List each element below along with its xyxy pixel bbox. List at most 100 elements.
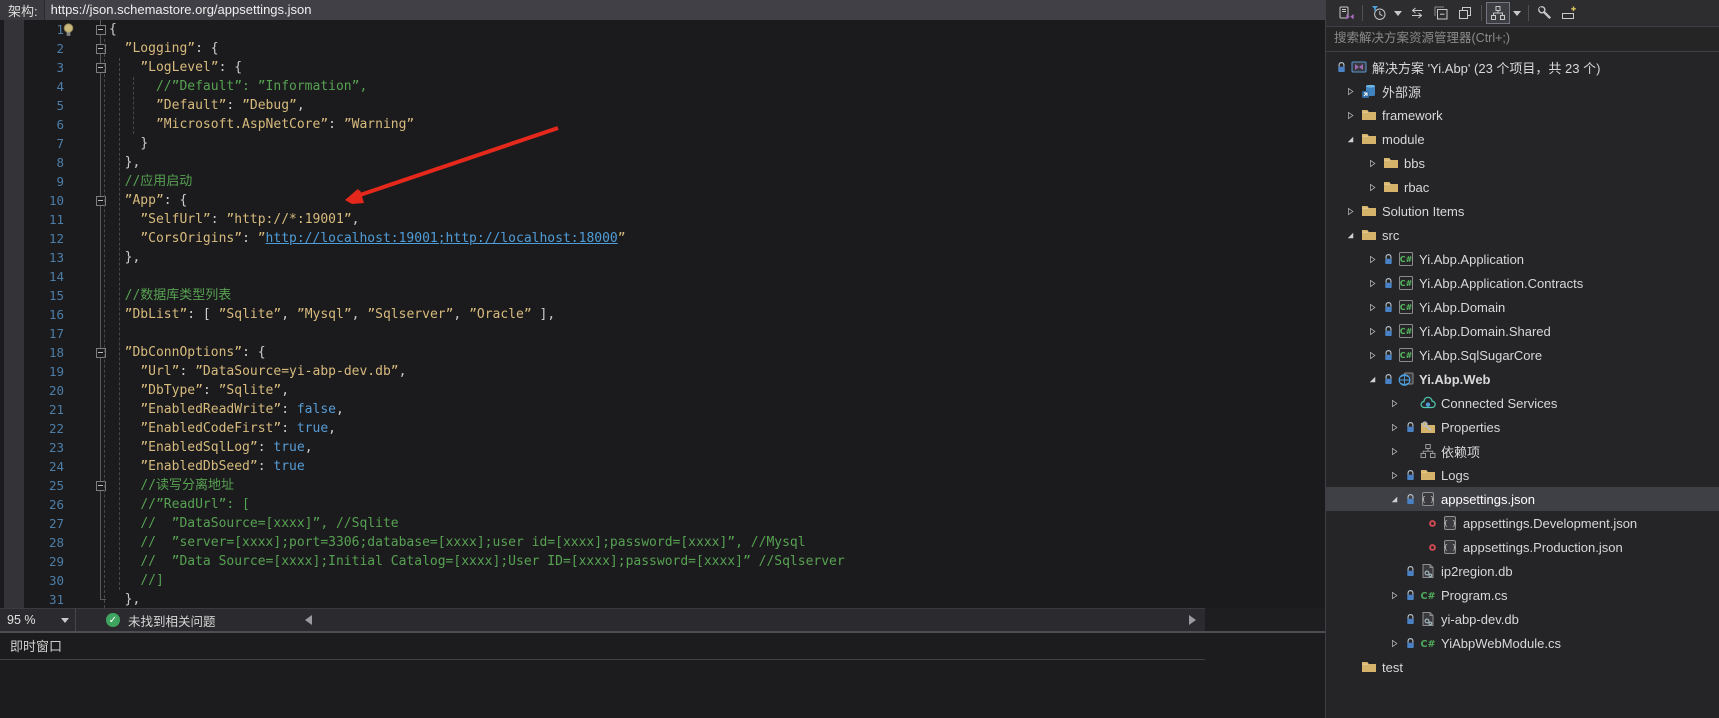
line-number[interactable]: 10 bbox=[24, 191, 73, 210]
tree-item-yi-abp-application-contracts[interactable]: C#Yi.Abp.Application.Contracts bbox=[1326, 271, 1719, 295]
code-line-24[interactable]: 24 ”EnabledDbSeed”: true bbox=[24, 457, 1325, 476]
line-number[interactable]: 16 bbox=[24, 305, 73, 324]
pending-changes-filter-icon[interactable] bbox=[1367, 2, 1391, 24]
tree-item-rbac[interactable]: rbac bbox=[1326, 175, 1719, 199]
show-all-files-icon[interactable] bbox=[1486, 2, 1510, 24]
tree-item-program-cs[interactable]: C#Program.cs bbox=[1326, 583, 1719, 607]
code-editor[interactable]: 1{2 ”Logging”: {3 ”LogLevel”: {4 //”Defa… bbox=[0, 20, 1325, 608]
line-number[interactable]: 17 bbox=[24, 324, 73, 343]
code-line-2[interactable]: 2 ”Logging”: { bbox=[24, 39, 1325, 58]
code-line-22[interactable]: 22 ”EnabledCodeFirst”: true, bbox=[24, 419, 1325, 438]
tree-item-ip2region-db[interactable]: ip2region.db bbox=[1326, 559, 1719, 583]
line-number[interactable]: 4 bbox=[24, 77, 73, 96]
horizontal-scrollbar[interactable]: 95 % ✓ 未找到相关问题 bbox=[0, 608, 1205, 631]
line-number[interactable]: 3 bbox=[24, 58, 73, 77]
collapsed-arrow-icon[interactable] bbox=[1385, 638, 1403, 649]
code-line-16[interactable]: 16 ”DbList”: [ ”Sqlite”, ”Mysql”, ”Sqlse… bbox=[24, 305, 1325, 324]
collapsed-arrow-icon[interactable] bbox=[1363, 326, 1381, 337]
tree-item-external-sources[interactable]: 外部源 bbox=[1326, 79, 1719, 103]
code-line-27[interactable]: 27 // ”DataSource=[xxxx]”, //Sqlite bbox=[24, 514, 1325, 533]
line-number[interactable]: 19 bbox=[24, 362, 73, 381]
schema-url-combobox[interactable]: https://json.schemastore.org/appsettings… bbox=[44, 0, 1325, 20]
code-line-28[interactable]: 28 // ”server=[xxxx];port=3306;database=… bbox=[24, 533, 1325, 552]
line-number[interactable]: 12 bbox=[24, 229, 73, 248]
collapsed-arrow-icon[interactable] bbox=[1385, 398, 1403, 409]
collapsed-arrow-icon[interactable] bbox=[1363, 254, 1381, 265]
line-number[interactable]: 15 bbox=[24, 286, 73, 305]
code-line-13[interactable]: 13 }, bbox=[24, 248, 1325, 267]
line-number[interactable]: 8 bbox=[24, 153, 73, 172]
code-line-21[interactable]: 21 ”EnabledReadWrite”: false, bbox=[24, 400, 1325, 419]
line-number[interactable]: 20 bbox=[24, 381, 73, 400]
tree-item-appsettings-development-json[interactable]: { }appsettings.Development.json bbox=[1326, 511, 1719, 535]
tree-item-yi-abp-domain-shared[interactable]: C#Yi.Abp.Domain.Shared bbox=[1326, 319, 1719, 343]
tree-item-yi-abp-web[interactable]: Yi.Abp.Web bbox=[1326, 367, 1719, 391]
zoom-level-select[interactable]: 95 % bbox=[0, 609, 76, 631]
preview-selected-items-icon[interactable] bbox=[1453, 2, 1477, 24]
code-line-3[interactable]: 3 ”LogLevel”: { bbox=[24, 58, 1325, 77]
code-line-1[interactable]: 1{ bbox=[24, 20, 1325, 39]
expanded-arrow-icon[interactable] bbox=[1341, 134, 1359, 145]
line-number[interactable]: 5 bbox=[24, 96, 73, 115]
code-line-17[interactable]: 17 bbox=[24, 324, 1325, 343]
code-line-11[interactable]: 11 ”SelfUrl”: ”http://*:19001”, bbox=[24, 210, 1325, 229]
collapsed-arrow-icon[interactable] bbox=[1385, 590, 1403, 601]
tree-item-solution-root[interactable]: 解决方案 'Yi.Abp' (23 个项目，共 23 个) bbox=[1326, 55, 1719, 79]
tree-item-appsettings-json[interactable]: { }appsettings.json bbox=[1326, 487, 1719, 511]
code-line-29[interactable]: 29 // ”Data Source=[xxxx];Initial Catalo… bbox=[24, 552, 1325, 571]
code-line-6[interactable]: 6 ”Microsoft.AspNetCore”: ”Warning” bbox=[24, 115, 1325, 134]
line-number[interactable]: 13 bbox=[24, 248, 73, 267]
line-number[interactable]: 9 bbox=[24, 172, 73, 191]
collapsed-arrow-icon[interactable] bbox=[1385, 446, 1403, 457]
collapsed-arrow-icon[interactable] bbox=[1363, 350, 1381, 361]
line-number[interactable]: 21 bbox=[24, 400, 73, 419]
code-line-23[interactable]: 23 ”EnabledSqlLog”: true, bbox=[24, 438, 1325, 457]
document-health-indicator[interactable]: ✓ 未找到相关问题 bbox=[106, 611, 216, 630]
collapsed-arrow-icon[interactable] bbox=[1363, 182, 1381, 193]
scroll-left-button[interactable] bbox=[300, 612, 316, 628]
tree-item-framework[interactable]: framework bbox=[1326, 103, 1719, 127]
tree-item-connected-services[interactable]: Connected Services bbox=[1326, 391, 1719, 415]
settings-icon[interactable] bbox=[1533, 2, 1557, 24]
code-line-14[interactable]: 14 bbox=[24, 267, 1325, 286]
code-line-26[interactable]: 26 //”ReadUrl”: [ bbox=[24, 495, 1325, 514]
tree-item-yi-abp-domain[interactable]: C#Yi.Abp.Domain bbox=[1326, 295, 1719, 319]
tree-item-properties[interactable]: Properties bbox=[1326, 415, 1719, 439]
tree-item-yiabpwebmodule-cs[interactable]: C#YiAbpWebModule.cs bbox=[1326, 631, 1719, 655]
collapsed-arrow-icon[interactable] bbox=[1385, 422, 1403, 433]
fold-collapse-box[interactable] bbox=[93, 476, 109, 495]
code-line-30[interactable]: 30 //] bbox=[24, 571, 1325, 590]
line-number[interactable]: 28 bbox=[24, 533, 73, 552]
tree-item-dependencies[interactable]: 依赖项 bbox=[1326, 439, 1719, 463]
tree-item-module[interactable]: module bbox=[1326, 127, 1719, 151]
tree-item-yi-abp-dev-db[interactable]: yi-abp-dev.db bbox=[1326, 607, 1719, 631]
collapsed-arrow-icon[interactable] bbox=[1363, 158, 1381, 169]
line-number[interactable]: 29 bbox=[24, 552, 73, 571]
code-line-25[interactable]: 25 //读写分离地址 bbox=[24, 476, 1325, 495]
fold-collapse-box[interactable] bbox=[93, 39, 109, 58]
line-number[interactable]: 30 bbox=[24, 571, 73, 590]
line-number[interactable]: 25 bbox=[24, 476, 73, 495]
code-line-31[interactable]: 31 }, bbox=[24, 590, 1325, 608]
fold-collapse-box[interactable] bbox=[93, 20, 109, 39]
tree-item-bbs[interactable]: bbs bbox=[1326, 151, 1719, 175]
fold-collapse-box[interactable] bbox=[93, 58, 109, 77]
code-line-8[interactable]: 8 }, bbox=[24, 153, 1325, 172]
code-line-15[interactable]: 15 //数据库类型列表 bbox=[24, 286, 1325, 305]
switch-views-icon[interactable] bbox=[1334, 2, 1358, 24]
tree-item-appsettings-production-json[interactable]: { }appsettings.Production.json bbox=[1326, 535, 1719, 559]
expanded-arrow-icon[interactable] bbox=[1341, 230, 1359, 241]
quick-actions-lightbulb-icon[interactable] bbox=[61, 22, 76, 42]
expanded-arrow-icon[interactable] bbox=[1363, 374, 1381, 385]
scroll-right-button[interactable] bbox=[1184, 612, 1200, 628]
code-line-9[interactable]: 9 //应用启动 bbox=[24, 172, 1325, 191]
solution-explorer-search-input[interactable]: 搜索解决方案资源管理器(Ctrl+;) bbox=[1326, 26, 1719, 52]
tree-item-solution-items[interactable]: Solution Items bbox=[1326, 199, 1719, 223]
code-line-20[interactable]: 20 ”DbType”: ”Sqlite”, bbox=[24, 381, 1325, 400]
collapsed-arrow-icon[interactable] bbox=[1385, 470, 1403, 481]
line-number[interactable]: 7 bbox=[24, 134, 73, 153]
line-number[interactable]: 24 bbox=[24, 457, 73, 476]
line-number[interactable]: 23 bbox=[24, 438, 73, 457]
collapsed-arrow-icon[interactable] bbox=[1363, 278, 1381, 289]
collapsed-arrow-icon[interactable] bbox=[1363, 302, 1381, 313]
